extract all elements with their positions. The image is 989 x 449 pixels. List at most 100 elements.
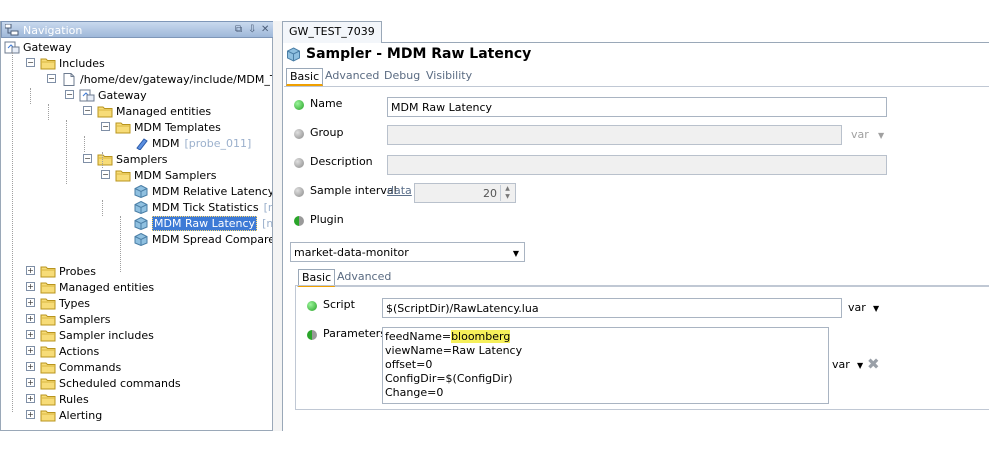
tree-item[interactable]: MDM Samplers — [115, 167, 216, 183]
minimize-icon[interactable]: ⇩ — [248, 24, 256, 35]
tree-item[interactable]: MDM Raw Latency [market- — [133, 215, 272, 231]
collapse-icon[interactable]: − — [65, 90, 74, 99]
folder-icon — [40, 361, 56, 374]
plugin-select[interactable]: market-data-monitor ▼ — [290, 242, 525, 262]
float-icon[interactable]: ⧉ — [235, 24, 242, 35]
spin-down-icon[interactable]: ▼ — [501, 193, 514, 201]
interval-spinner[interactable]: 20 ▲ ▼ — [414, 183, 516, 203]
expand-icon[interactable]: + — [26, 314, 35, 323]
tree-item-label: Gateway — [23, 40, 72, 54]
plugin-status-icon — [294, 216, 304, 226]
group-field[interactable] — [387, 125, 842, 145]
interval-spin-buttons[interactable]: ▲ ▼ — [500, 185, 514, 201]
tree-item[interactable]: MDM [probe_011] — [133, 135, 251, 151]
expand-icon[interactable]: + — [26, 362, 35, 371]
interval-data-link[interactable]: data — [387, 184, 412, 197]
script-status-icon — [307, 301, 317, 311]
tree-line — [102, 200, 103, 216]
interval-label: Sample interval — [310, 184, 397, 197]
sampler-icon — [133, 216, 149, 230]
tree-item[interactable]: Includes — [40, 55, 105, 71]
tab-debug[interactable]: Debug — [381, 68, 423, 86]
tree-item[interactable]: Sampler includes — [40, 327, 154, 343]
parameters-status-icon — [307, 330, 317, 340]
tree-item[interactable]: Managed entities — [40, 279, 154, 295]
description-field[interactable] — [387, 155, 887, 175]
plugin-label: Plugin — [310, 213, 344, 226]
document-tab-strip: GW_TEST_7039 — [282, 21, 989, 43]
tab-visibility[interactable]: Visibility — [423, 68, 475, 86]
tree-item[interactable]: Types — [40, 295, 90, 311]
tree-item[interactable]: Gateway — [79, 87, 147, 103]
collapse-icon[interactable]: − — [83, 154, 92, 163]
tree-item[interactable]: /home/dev/gateway/include/MDM_Template — [61, 71, 272, 87]
tree-item[interactable]: Managed entities — [97, 103, 211, 119]
clear-icon[interactable]: ✖ — [867, 355, 880, 373]
tree-item[interactable]: Commands — [40, 359, 121, 375]
group-var-dropdown-icon[interactable]: ▼ — [878, 131, 884, 140]
collapse-icon[interactable]: − — [83, 106, 92, 115]
script-field[interactable]: $(ScriptDir)/RawLatency.lua — [382, 298, 842, 318]
navigation-title: Navigation — [23, 24, 83, 37]
param-first-value: bloomberg — [451, 330, 511, 343]
tab-advanced[interactable]: Advanced — [322, 68, 382, 86]
tree-item[interactable]: Scheduled commands — [40, 375, 181, 391]
sampler-icon — [133, 232, 149, 246]
group-var-button[interactable]: var — [851, 128, 869, 141]
expand-icon[interactable]: + — [26, 298, 35, 307]
tree-item[interactable]: MDM Spread Compare[mar — [133, 231, 272, 247]
folder-icon — [115, 121, 131, 134]
close-icon[interactable]: ✕ — [261, 24, 269, 35]
tree-line — [48, 104, 49, 120]
parameters-var-button[interactable]: var — [832, 358, 850, 371]
collapse-icon[interactable]: − — [47, 74, 56, 83]
spin-up-icon[interactable]: ▲ — [501, 185, 514, 193]
folder-icon — [40, 409, 56, 422]
expand-icon[interactable]: + — [26, 410, 35, 419]
tab-basic[interactable]: Basic — [286, 68, 324, 86]
tree-item[interactable]: Actions — [40, 343, 99, 359]
tree-item[interactable]: Gateway — [4, 39, 72, 55]
tree-item[interactable]: MDM Tick Statistics [market — [133, 199, 272, 215]
tree-item[interactable]: MDM Relative Latency[mar — [133, 183, 272, 199]
folder-icon — [40, 265, 56, 278]
tree-item[interactable]: Rules — [40, 391, 89, 407]
tree-item-label: Samplers — [59, 312, 111, 326]
tree-item[interactable]: Samplers — [97, 151, 168, 167]
tree-item[interactable]: MDM Templates — [115, 119, 221, 135]
script-var-button[interactable]: var — [848, 301, 866, 314]
collapse-icon[interactable]: − — [101, 122, 110, 131]
name-field[interactable]: MDM Raw Latency — [387, 97, 887, 117]
folder-icon — [40, 345, 56, 358]
tree-item-label: Managed entities — [116, 104, 212, 118]
document-tab[interactable]: GW_TEST_7039 — [282, 21, 382, 43]
expand-icon[interactable]: + — [26, 346, 35, 355]
tree-item-label: Gateway — [98, 88, 147, 102]
tree-item[interactable]: Samplers — [40, 311, 111, 327]
navigation-panel: Navigation ⧉ ⇩ ✕ Gateway Includes −/home/d… — [0, 21, 274, 431]
expand-icon[interactable]: + — [26, 394, 35, 403]
expand-icon[interactable]: + — [26, 330, 35, 339]
parameters-textarea[interactable]: feedName=bloomberg viewName=Raw Latency … — [382, 327, 829, 404]
panel-splitter[interactable] — [273, 21, 282, 431]
name-status-icon — [294, 100, 304, 110]
tree-item-label: Includes — [59, 56, 105, 70]
folder-icon — [40, 57, 56, 70]
expand-icon[interactable]: + — [26, 282, 35, 291]
parameters-var-dropdown-icon[interactable]: ▼ — [857, 361, 863, 370]
tree-item-label: Actions — [59, 344, 100, 358]
collapse-icon[interactable]: − — [26, 58, 35, 67]
folder-icon — [97, 105, 113, 118]
tree-item[interactable]: Probes — [40, 263, 96, 279]
expand-icon[interactable]: + — [26, 378, 35, 387]
expand-icon[interactable]: + — [26, 266, 35, 275]
tree-item[interactable]: Alerting — [40, 407, 102, 423]
name-label: Name — [310, 97, 343, 110]
collapse-icon[interactable]: − — [101, 170, 110, 179]
script-var-dropdown-icon[interactable]: ▼ — [873, 304, 879, 313]
folder-icon — [40, 329, 56, 342]
tree-item-label: Alerting — [59, 408, 103, 422]
sampler-icon — [133, 184, 149, 198]
navigation-tree: Gateway Includes −/home/dev/gateway/includ… — [1, 38, 272, 448]
tree-item-label: MDM Tick Statistics — [152, 200, 259, 214]
